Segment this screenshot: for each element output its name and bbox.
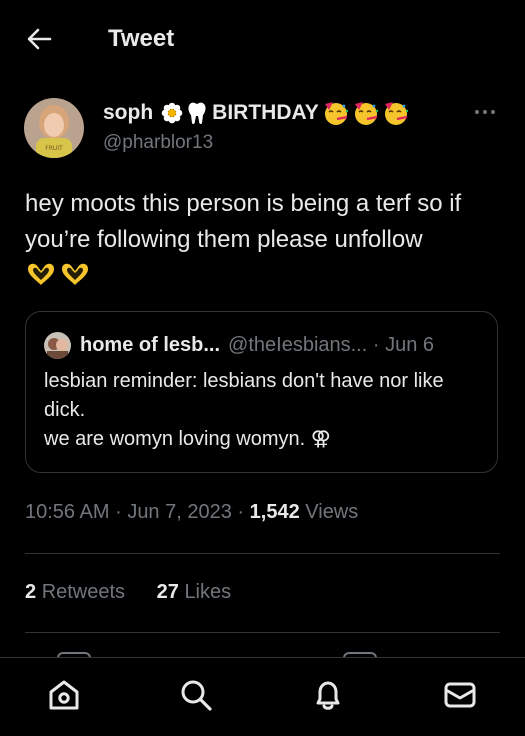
quoted-tweet-text: lesbian reminder: lesbians don't have no… [44, 370, 444, 450]
likes-label: Likes [184, 581, 232, 603]
quoted-author-name: home of lesb... [80, 334, 221, 356]
tweet-date[interactable]: Jun 7, 2023 [127, 501, 232, 523]
engagement-stats: 2 Retweets 27 Likes [25, 581, 231, 604]
page-title: Tweet [108, 25, 175, 52]
heart-hands-icon [62, 263, 88, 285]
views-count: 1,542 [249, 501, 300, 523]
divider [25, 632, 500, 633]
quoted-author-handle: @theIesbians... [228, 334, 368, 356]
author-handle[interactable]: @pharblor13 [103, 132, 213, 154]
meta-separator: · [237, 501, 245, 523]
likes-count: 27 [156, 581, 179, 603]
tweet-text-body: hey moots this person is being a terf so… [25, 190, 462, 253]
quoted-date: Jun 6 [385, 334, 435, 356]
bottom-nav [0, 657, 525, 736]
arrow-left-icon[interactable] [26, 27, 52, 51]
author-name-word: BIRTHDAY [212, 101, 319, 124]
author-name-text: soph [103, 101, 154, 124]
tooth-icon [188, 102, 206, 125]
quoted-tweet[interactable]: home of lesb... @theIesbians... · Jun 6 l… [25, 311, 498, 473]
heart-hands-icon [28, 263, 54, 285]
likes-stat[interactable]: 27 Likes [157, 581, 232, 603]
top-bar: Tweet [0, 0, 525, 78]
more-options-icon[interactable] [472, 103, 498, 121]
quoted-separator: · [372, 334, 380, 356]
retweets-label: Retweets [41, 581, 126, 603]
search-icon[interactable] [178, 677, 214, 713]
partying-face-icon [384, 102, 408, 125]
meta-separator: · [115, 501, 122, 523]
tweet-text: hey moots this person is being a terf so… [25, 186, 505, 294]
tweet-time: 10:56 AM [25, 501, 110, 523]
svg-text:FRUIT: FRUIT [45, 145, 63, 152]
partying-face-icon [324, 102, 348, 125]
tweet-meta: 10:56 AM · Jun 7, 2023 · 1,542 Views [25, 501, 358, 524]
retweets-count: 2 [25, 581, 37, 603]
retweets-stat[interactable]: 2 Retweets [25, 581, 131, 603]
quoted-author-avatar [44, 332, 71, 359]
quoted-tweet-meta: home of lesb... @theIesbians... · Jun 6 [80, 334, 434, 357]
author-name[interactable]: soph BIRTHDAY [103, 100, 411, 126]
notifications-icon[interactable] [310, 677, 346, 713]
views-label: Views [305, 501, 359, 523]
messages-icon[interactable] [442, 677, 478, 713]
flower-icon [161, 102, 183, 124]
divider [25, 553, 500, 554]
author-avatar[interactable]: FRUIT [24, 98, 84, 158]
partying-face-icon [354, 102, 378, 125]
home-icon[interactable] [46, 677, 82, 713]
